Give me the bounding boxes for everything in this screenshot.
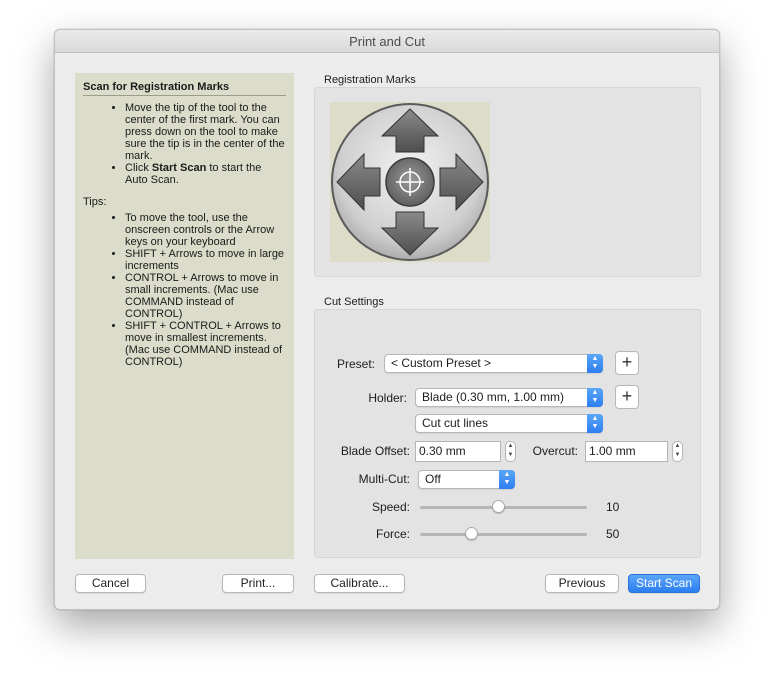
step-item: Click Start Scan to start the Auto Scan. xyxy=(125,162,286,186)
tip-item: CONTROL + Arrows to move in small increm… xyxy=(125,272,286,320)
popup-arrows-icon: ▲ ▼ xyxy=(587,354,603,373)
blade-offset-stepper[interactable]: ▲ ▼ xyxy=(505,441,516,462)
registration-marks-label: Registration Marks xyxy=(324,74,416,86)
overcut-label: Overcut: xyxy=(532,444,578,458)
instructions-heading: Scan for Registration Marks xyxy=(83,81,286,96)
print-button[interactable]: Print... xyxy=(222,574,294,593)
step-bold-text: Start Scan xyxy=(151,162,207,174)
overcut-stepper[interactable]: ▲ ▼ xyxy=(672,441,683,462)
multi-cut-select[interactable]: Off ▲ ▼ xyxy=(418,470,515,489)
joystick-panel xyxy=(330,102,490,262)
speed-value: 10 xyxy=(606,500,620,514)
previous-button[interactable]: Previous xyxy=(545,574,619,593)
popup-arrows-icon: ▲ ▼ xyxy=(587,388,603,407)
holder-label: Holder: xyxy=(368,391,407,405)
print-and-cut-dialog: Print and Cut Scan for Registration Mark… xyxy=(54,29,720,610)
multi-cut-label: Multi-Cut: xyxy=(358,472,410,486)
add-holder-button[interactable]: + xyxy=(615,385,639,409)
speed-slider-thumb[interactable] xyxy=(491,500,505,513)
preset-label: Preset: xyxy=(336,357,375,371)
tip-item: SHIFT + CONTROL + Arrows to move in smal… xyxy=(125,320,286,368)
tip-item: SHIFT + Arrows to move in large incremen… xyxy=(125,248,286,272)
cut-settings-label: Cut Settings xyxy=(324,296,384,308)
steps-list: Move the tip of the tool to the center o… xyxy=(83,102,286,186)
popup-arrows-icon: ▲ ▼ xyxy=(499,470,515,489)
tips-label: Tips: xyxy=(83,196,107,208)
step-item: Move the tip of the tool to the center o… xyxy=(125,102,286,162)
force-slider-track xyxy=(420,533,587,536)
preset-value: < Custom Preset > xyxy=(391,356,492,370)
popup-arrows-icon: ▲ ▼ xyxy=(587,414,603,433)
cut-settings-group xyxy=(314,309,701,558)
tip-item: To move the tool, use the onscreen contr… xyxy=(125,212,286,248)
add-preset-button[interactable]: + xyxy=(615,351,639,375)
cut-mode-value: Cut cut lines xyxy=(422,416,489,430)
direction-pad xyxy=(331,103,489,261)
holder-value: Blade (0.30 mm, 1.00 mm) xyxy=(422,390,565,404)
start-scan-button[interactable]: Start Scan xyxy=(628,574,700,593)
step-text: Click xyxy=(125,162,152,174)
overcut-field[interactable]: 1.00 mm xyxy=(585,441,668,462)
multi-cut-value: Off xyxy=(425,472,441,486)
force-label: Force: xyxy=(375,527,410,541)
cut-mode-select[interactable]: Cut cut lines ▲ ▼ xyxy=(415,414,603,433)
window-title: Print and Cut xyxy=(55,30,719,53)
tips-list: To move the tool, use the onscreen contr… xyxy=(83,212,286,368)
instructions-panel: Scan for Registration Marks Move the tip… xyxy=(75,73,294,559)
force-value: 50 xyxy=(606,527,620,541)
holder-select[interactable]: Blade (0.30 mm, 1.00 mm) ▲ ▼ xyxy=(415,388,603,407)
blade-offset-field[interactable]: 0.30 mm xyxy=(415,441,501,462)
preset-select[interactable]: < Custom Preset > ▲ ▼ xyxy=(384,354,603,373)
calibrate-button[interactable]: Calibrate... xyxy=(314,574,405,593)
cancel-button[interactable]: Cancel xyxy=(75,574,146,593)
blade-offset-label: Blade Offset: xyxy=(340,444,410,458)
speed-label: Speed: xyxy=(371,500,410,514)
